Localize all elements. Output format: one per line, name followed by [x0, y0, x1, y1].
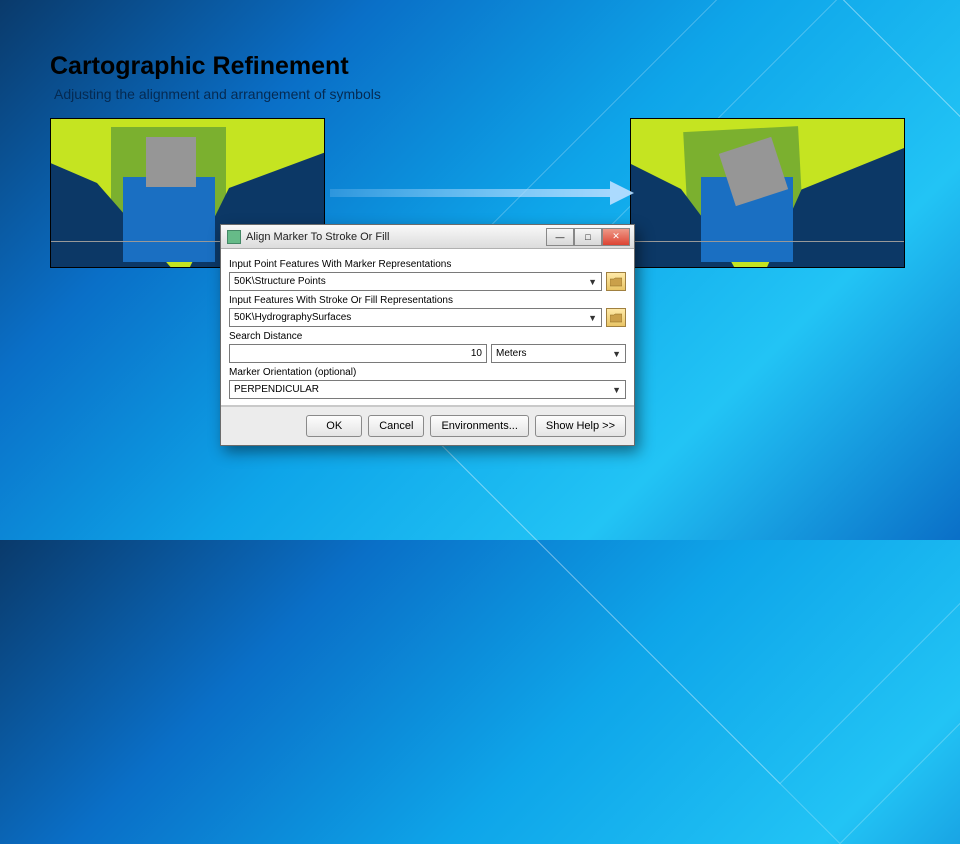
search-unit-value: Meters [496, 348, 527, 359]
chevron-down-icon: ▼ [612, 385, 621, 395]
label-search-distance: Search Distance [229, 331, 626, 342]
cancel-button[interactable]: Cancel [368, 415, 424, 437]
show-help-button[interactable]: Show Help >> [535, 415, 626, 437]
input-points-field[interactable]: 50K\Structure Points ▼ [229, 272, 602, 291]
marker-orientation-select[interactable]: PERPENDICULAR ▼ [229, 380, 626, 399]
minimize-button[interactable]: — [546, 228, 574, 246]
search-distance-value: 10 [471, 348, 482, 359]
environments-button[interactable]: Environments... [430, 415, 528, 437]
maximize-button[interactable]: □ [574, 228, 602, 246]
browse-points-button[interactable] [606, 272, 626, 291]
page-subtitle: Adjusting the alignment and arrangement … [54, 86, 381, 102]
page-title: Cartographic Refinement [50, 52, 349, 81]
align-marker-dialog: Align Marker To Stroke Or Fill — □ ✕ Inp… [220, 224, 635, 446]
dialog-titlebar[interactable]: Align Marker To Stroke Or Fill — □ ✕ [221, 225, 634, 249]
label-input-fill: Input Features With Stroke Or Fill Repre… [229, 295, 626, 306]
label-input-points: Input Point Features With Marker Represe… [229, 259, 626, 270]
chevron-down-icon: ▼ [612, 349, 621, 359]
browse-fill-button[interactable] [606, 308, 626, 327]
search-unit-select[interactable]: Meters ▼ [491, 344, 626, 363]
input-fill-value: 50K\HydrographySurfaces [234, 312, 351, 323]
close-button[interactable]: ✕ [602, 228, 630, 246]
map-after [630, 118, 905, 268]
chevron-down-icon: ▼ [588, 277, 597, 287]
arrow-icon [330, 185, 630, 201]
ok-button[interactable]: OK [306, 415, 362, 437]
marker-orientation-value: PERPENDICULAR [234, 384, 319, 395]
marker-before [146, 137, 196, 187]
label-marker-orientation: Marker Orientation (optional) [229, 367, 626, 378]
input-points-value: 50K\Structure Points [234, 276, 326, 287]
input-fill-field[interactable]: 50K\HydrographySurfaces ▼ [229, 308, 602, 327]
chevron-down-icon: ▼ [588, 313, 597, 323]
search-distance-input[interactable]: 10 [229, 344, 487, 363]
app-icon [227, 230, 241, 244]
dialog-title: Align Marker To Stroke Or Fill [246, 231, 546, 243]
